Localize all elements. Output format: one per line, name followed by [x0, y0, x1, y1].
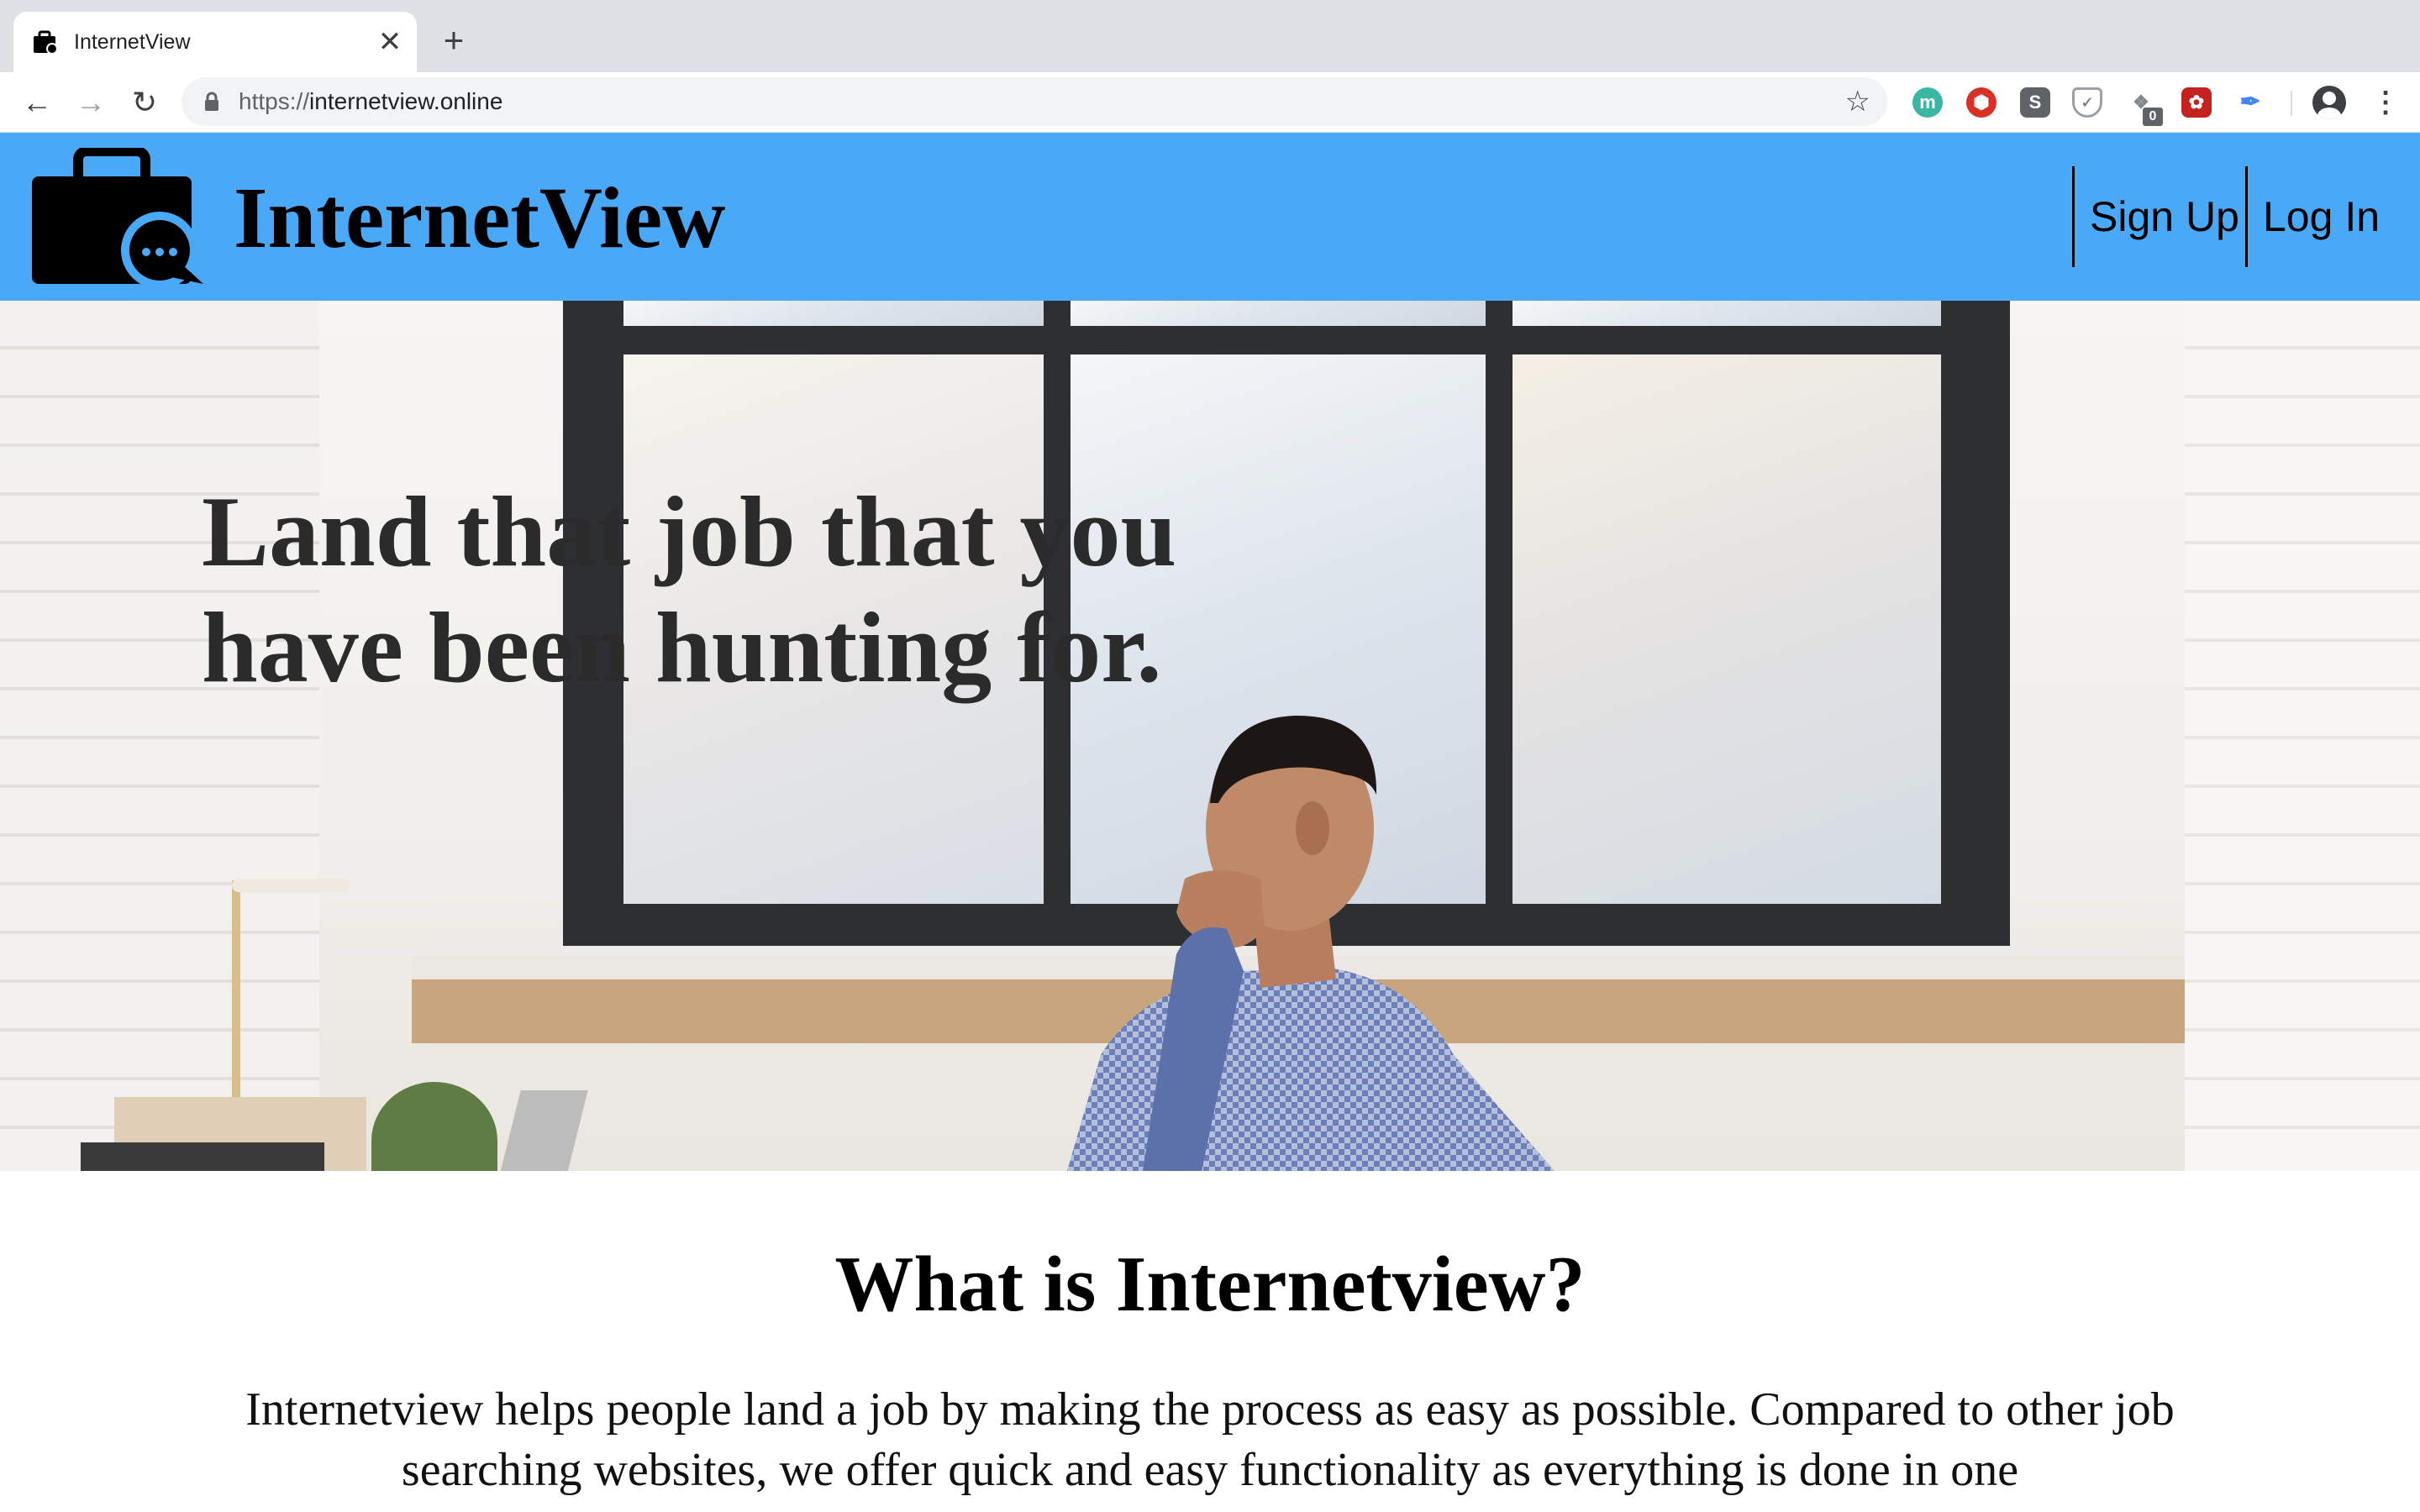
tab-title: InternetView: [74, 30, 191, 54]
extension-s-icon[interactable]: S: [2020, 87, 2050, 118]
address-bar[interactable]: https://internetview.online ☆: [182, 77, 1887, 126]
url-scheme: https://: [239, 88, 310, 114]
lock-icon[interactable]: [203, 92, 220, 112]
about-paragraph: Internetview helps people land a job by …: [245, 1383, 2175, 1496]
hero-brick-wall-left: [0, 301, 319, 1171]
about-heading: What is Internetview?: [834, 1241, 1586, 1328]
url-host: internetview.online: [309, 88, 503, 114]
back-arrow-icon[interactable]: ←: [18, 84, 55, 121]
browser-tabstrip: InternetView ✕ +: [0, 0, 2420, 72]
extension-shield-red-icon[interactable]: ⬢: [1966, 87, 1996, 118]
window-pane: [1071, 301, 1486, 326]
extension-shield-icon[interactable]: ✓: [2072, 87, 2102, 118]
desk-lamp-head: [232, 879, 350, 892]
close-tab-icon[interactable]: ✕: [375, 27, 405, 57]
hero-section: Land that job that you have been hunting…: [0, 301, 2420, 1171]
extension-puzzle-icon[interactable]: ❖ 0: [2126, 87, 2163, 126]
sign-up-link[interactable]: Sign Up: [2072, 166, 2239, 267]
briefcase-favicon-icon: [34, 30, 58, 55]
browser-tab[interactable]: InternetView ✕: [13, 12, 417, 72]
reload-icon[interactable]: ↻: [126, 84, 163, 121]
log-in-link[interactable]: Log In: [2245, 166, 2380, 267]
desk-books: [81, 1142, 324, 1171]
site-header: InternetView Sign Up Log In: [0, 133, 2420, 301]
window-pane: [623, 301, 1044, 326]
window-pane: [1512, 301, 1941, 326]
extension-feather-icon[interactable]: ✒: [2235, 87, 2265, 118]
extension-m-icon[interactable]: m: [1912, 87, 1943, 118]
hero-headline: Land that job that you have been hunting…: [202, 475, 1177, 703]
brand-name[interactable]: InternetView: [234, 170, 725, 267]
bookmark-star-icon[interactable]: ☆: [1845, 86, 1870, 118]
desk-plant: [371, 1082, 497, 1171]
extension-red-icon[interactable]: ✿: [2181, 87, 2212, 118]
extension-badge: 0: [2143, 108, 2163, 126]
window-pane: [1512, 354, 1941, 904]
toolbar-divider: [2291, 91, 2292, 116]
hero-brick-wall-right: [2185, 301, 2420, 1171]
desk-laptop: [497, 1090, 588, 1171]
briefcase-chat-logo-icon[interactable]: [32, 148, 205, 286]
browser-menu-icon[interactable]: ⋮: [2371, 84, 2400, 121]
new-tab-button[interactable]: +: [437, 23, 471, 58]
browser-toolbar: ← → ↻ https://internetview.online ☆ m ⬢ …: [0, 72, 2420, 133]
url-text[interactable]: https://internetview.online: [239, 87, 502, 116]
thinking-man-illustration: [1067, 715, 1555, 1171]
profile-avatar-icon[interactable]: [2312, 86, 2346, 119]
forward-arrow-icon[interactable]: →: [72, 84, 109, 121]
